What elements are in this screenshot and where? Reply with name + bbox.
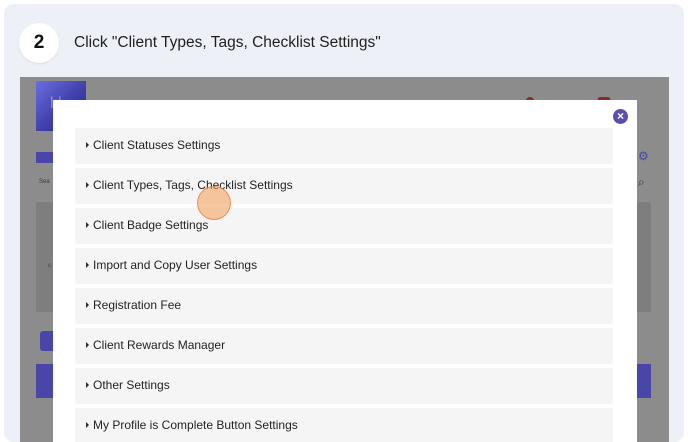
menu-item-client-badge[interactable]: Client Badge Settings [75, 208, 613, 244]
menu-item-other-settings[interactable]: Other Settings [75, 368, 613, 404]
close-icon[interactable]: × [613, 109, 628, 124]
menu-item-label: My Profile is Complete Button Settings [93, 418, 298, 432]
menu-item-label: Other Settings [93, 378, 170, 392]
menu-item-import-copy-user[interactable]: Import and Copy User Settings [75, 248, 613, 284]
caret-right-icon [86, 182, 89, 188]
menu-item-label: Client Rewards Manager [93, 338, 226, 352]
background-right-panel [637, 202, 651, 312]
menu-item-client-types-tags[interactable]: Client Types, Tags, Checklist Settings [75, 168, 613, 204]
menu-item-label: Client Badge Settings [93, 218, 209, 232]
background-search-hint: Sea [39, 179, 50, 185]
caret-right-icon [86, 302, 89, 308]
menu-item-label: Client Types, Tags, Checklist Settings [93, 178, 293, 192]
caret-right-icon [86, 142, 89, 148]
background-right-header [637, 364, 651, 398]
click-indicator [197, 186, 231, 220]
menu-item-registration-fee[interactable]: Registration Fee [75, 288, 613, 324]
caret-right-icon [86, 382, 89, 388]
caret-right-icon [86, 422, 89, 428]
menu-item-label: Client Statuses Settings [93, 138, 221, 152]
background-row-hint: c [48, 263, 51, 269]
step-instruction: Click "Client Types, Tags, Checklist Set… [74, 34, 381, 51]
settings-modal: × Client Statuses Settings Client Types,… [53, 100, 637, 442]
menu-item-client-statuses[interactable]: Client Statuses Settings [75, 128, 613, 164]
caret-right-icon [86, 262, 89, 268]
step-number-badge: 2 [19, 23, 59, 63]
app-screenshot: l:l Sea c ⚙ ⌕ × Client Statuses Settings… [20, 77, 669, 442]
caret-right-icon [86, 342, 89, 348]
menu-item-my-profile-complete[interactable]: My Profile is Complete Button Settings [75, 408, 613, 442]
menu-item-client-rewards[interactable]: Client Rewards Manager [75, 328, 613, 364]
search-icon: ⌕ [638, 175, 645, 189]
menu-item-label: Import and Copy User Settings [93, 258, 258, 272]
caret-right-icon [86, 222, 89, 228]
gear-icon: ⚙ [638, 149, 649, 163]
tutorial-step-card: 2 Click "Client Types, Tags, Checklist S… [4, 4, 684, 442]
menu-item-label: Registration Fee [93, 298, 182, 312]
step-header: 2 Click "Client Types, Tags, Checklist S… [4, 4, 684, 78]
